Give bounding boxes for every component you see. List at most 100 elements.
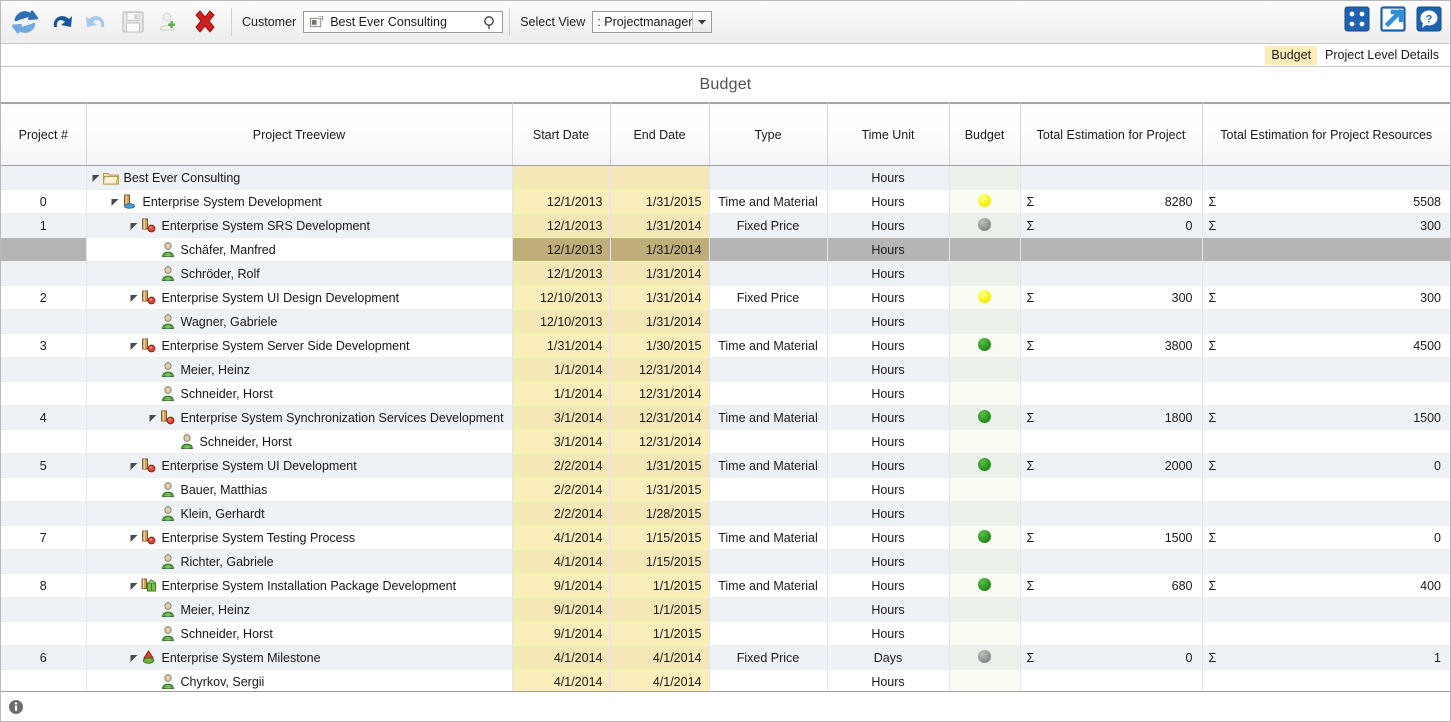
cell-total-estimation-project	[1020, 669, 1203, 691]
cell-project-treeview[interactable]: Meier, Heinz	[86, 597, 513, 622]
table-row[interactable]: Schneider, Horst 9/1/2014 1/1/2015 Hours	[1, 621, 1450, 646]
table-row[interactable]: 2 Enterprise System UI Design Development…	[1, 285, 1450, 310]
cell-project-treeview[interactable]: Enterprise System Development	[86, 189, 513, 214]
cell-project-treeview[interactable]: Schneider, Horst	[86, 429, 513, 454]
table-row[interactable]: Schröder, Rolf 12/1/2013 1/31/2014 Hours	[1, 261, 1450, 286]
column-header-total-estimation-project-resources[interactable]: Total Estimation for Project Resources	[1202, 103, 1450, 166]
tree-expander-icon[interactable]	[129, 286, 140, 309]
table-row[interactable]: 6 Enterprise System Milestone 4/1/2014 4/1/…	[1, 645, 1450, 670]
cell-project-treeview[interactable]: Enterprise System UI Design Development	[86, 285, 513, 310]
cell-end-date: 12/31/2014	[610, 357, 710, 382]
tree-expander-icon[interactable]	[129, 454, 140, 477]
cell-budget	[949, 309, 1021, 334]
refresh-icon[interactable]	[9, 6, 41, 38]
tree-expander-icon[interactable]	[148, 406, 159, 429]
column-header-type[interactable]: Type	[709, 103, 828, 166]
cell-project-treeview[interactable]: Best Ever Consulting	[86, 165, 513, 190]
cell-project-number	[1, 165, 87, 190]
budget-grid-container[interactable]: Project # Project Treeview Start Date En…	[1, 103, 1450, 691]
cell-project-treeview[interactable]: Klein, Gerhardt	[86, 501, 513, 526]
table-row[interactable]: Best Ever Consulting Hours	[1, 165, 1450, 190]
table-row[interactable]: Wagner, Gabriele 12/10/2013 1/31/2014 Hours	[1, 309, 1450, 334]
column-header-time-unit[interactable]: Time Unit	[827, 103, 950, 166]
chevron-down-icon[interactable]	[693, 12, 712, 32]
tree-node-label: Schneider, Horst	[199, 434, 292, 449]
delete-icon[interactable]	[189, 6, 221, 38]
cell-project-treeview[interactable]: Enterprise System Synchronization Servic…	[86, 405, 513, 430]
export-icon[interactable]	[1378, 4, 1408, 34]
tree-expander-icon[interactable]	[129, 214, 140, 237]
cell-project-treeview[interactable]: Richter, Gabriele	[86, 549, 513, 574]
cell-type	[709, 165, 828, 190]
table-row[interactable]: Schäfer, Manfred 12/1/2013 1/31/2014 Hours	[1, 237, 1450, 262]
cell-start-date: 12/1/2013	[512, 213, 611, 238]
table-row[interactable]: 5 Enterprise System UI Development 2/2/201…	[1, 453, 1450, 478]
cell-project-treeview[interactable]: Schneider, Horst	[86, 381, 513, 406]
cell-project-treeview[interactable]: Enterprise System Testing Process	[86, 525, 513, 550]
cell-total-estimation-project-resources-value: 5508	[1413, 194, 1441, 209]
table-row[interactable]: Meier, Heinz 9/1/2014 1/1/2015 Hours	[1, 597, 1450, 622]
tree-expander-icon[interactable]	[91, 166, 102, 189]
sum-sigma-icon: Σ	[1208, 410, 1217, 425]
budget-status-yellow-icon	[978, 193, 991, 207]
column-header-project-number[interactable]: Project #	[1, 103, 87, 166]
cell-project-treeview[interactable]: Chyrkov, Sergii	[86, 669, 513, 691]
add-user-icon[interactable]	[153, 6, 185, 38]
tree-expander-icon[interactable]	[129, 574, 140, 597]
cell-project-treeview[interactable]: Enterprise System SRS Development	[86, 213, 513, 238]
search-icon[interactable]	[483, 15, 498, 30]
cell-project-treeview[interactable]: Enterprise System Milestone	[86, 645, 513, 670]
cell-start-date: 3/1/2014	[512, 429, 611, 454]
tree-expander-icon[interactable]	[129, 526, 140, 549]
table-row[interactable]: 8 Enterprise System Installation Package …	[1, 573, 1450, 598]
cell-total-estimation-project: Σ 300	[1020, 285, 1203, 310]
column-header-project-treeview[interactable]: Project Treeview	[86, 103, 513, 166]
tree-expander-placeholder	[148, 310, 159, 333]
table-row[interactable]: 1 Enterprise System SRS Development 12/1/2…	[1, 213, 1450, 238]
cell-project-treeview[interactable]: Enterprise System UI Development	[86, 453, 513, 478]
cell-project-treeview[interactable]: Bauer, Matthias	[86, 477, 513, 502]
tab-budget[interactable]: Budget	[1265, 45, 1318, 65]
cell-project-treeview[interactable]: Wagner, Gabriele	[86, 309, 513, 334]
table-row[interactable]: Richter, Gabriele 4/1/2014 1/15/2015 Hours	[1, 549, 1450, 574]
column-header-budget[interactable]: Budget	[949, 103, 1021, 166]
tree-expander-icon[interactable]	[129, 646, 140, 669]
customer-combobox[interactable]: Best Ever Consulting	[303, 11, 504, 33]
table-row[interactable]: Meier, Heinz 1/1/2014 12/31/2014 Hours	[1, 357, 1450, 382]
cell-project-treeview[interactable]: Enterprise System Server Side Developmen…	[86, 333, 513, 358]
table-row[interactable]: Bauer, Matthias 2/2/2014 1/31/2015 Hours	[1, 477, 1450, 502]
table-row[interactable]: 3 Enterprise System Server Side Developme…	[1, 333, 1450, 358]
save-icon[interactable]	[117, 6, 149, 38]
tree-expander-icon[interactable]	[110, 190, 121, 213]
table-row[interactable]: Chyrkov, Sergii 4/1/2014 4/1/2014 Hours	[1, 669, 1450, 691]
select-view-combobox[interactable]: : Projectmanager	[592, 11, 713, 33]
table-row[interactable]: Schneider, Horst 3/1/2014 12/31/2014 Hours	[1, 429, 1450, 454]
undo-icon[interactable]	[45, 6, 77, 38]
help-icon[interactable]: ?	[1414, 4, 1444, 34]
table-row[interactable]: 0 Enterprise System Development 12/1/2013 1…	[1, 189, 1450, 214]
table-row[interactable]: 4 Enterprise System Synchronization Servi…	[1, 405, 1450, 430]
info-icon[interactable]	[8, 699, 24, 715]
grid-view-icon[interactable]	[1342, 4, 1372, 34]
table-row[interactable]: Klein, Gerhardt 2/2/2014 1/28/2015 Hours	[1, 501, 1450, 526]
cell-project-treeview[interactable]: Enterprise System Installation Package D…	[86, 573, 513, 598]
sum-sigma-icon: Σ	[1026, 530, 1035, 545]
redo-icon[interactable]	[81, 6, 113, 38]
column-header-start-date[interactable]: Start Date	[512, 103, 611, 166]
cell-start-date: 12/10/2013	[512, 285, 611, 310]
tree-node-label: Schneider, Horst	[180, 626, 273, 641]
cell-project-treeview[interactable]: Meier, Heinz	[86, 357, 513, 382]
sum-sigma-icon: Σ	[1208, 290, 1217, 305]
column-header-end-date[interactable]: End Date	[610, 103, 710, 166]
cell-project-treeview[interactable]: Schäfer, Manfred	[86, 237, 513, 262]
cell-budget	[949, 645, 1021, 670]
cell-project-treeview[interactable]: Schneider, Horst	[86, 621, 513, 646]
table-row[interactable]: Schneider, Horst 1/1/2014 12/31/2014 Hours	[1, 381, 1450, 406]
cell-project-treeview[interactable]: Schröder, Rolf	[86, 261, 513, 286]
table-row[interactable]: 7 Enterprise System Testing Process 4/1/20…	[1, 525, 1450, 550]
tab-project-level-details[interactable]: Project Level Details	[1319, 46, 1445, 65]
person-icon	[159, 314, 177, 330]
column-header-total-estimation-project[interactable]: Total Estimation for Project	[1020, 103, 1203, 166]
cell-time-unit: Hours	[827, 477, 950, 502]
tree-expander-icon[interactable]	[129, 334, 140, 357]
